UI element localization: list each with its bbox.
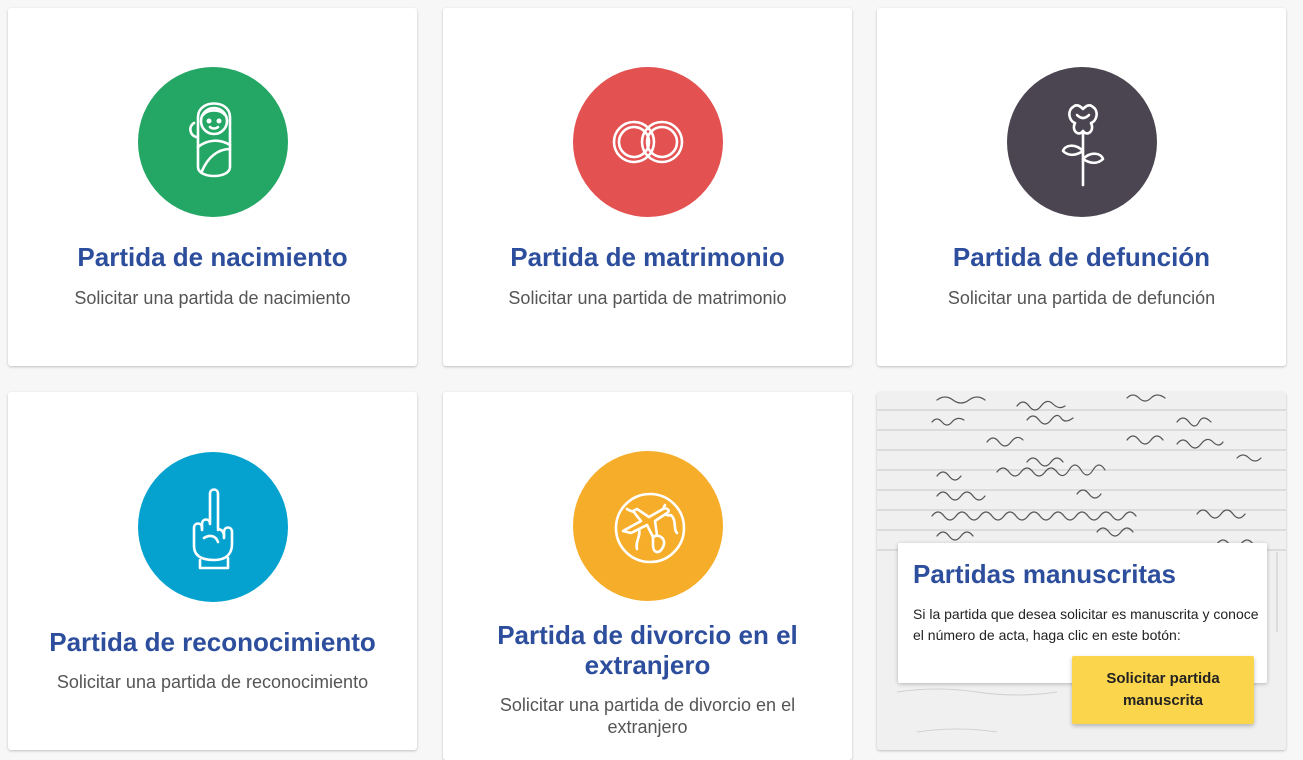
card-title: Partida de matrimonio	[510, 242, 785, 272]
wedding-rings-icon	[612, 120, 684, 164]
card-birth-certificate[interactable]: Partida de nacimiento Solicitar una part…	[8, 8, 417, 366]
swaddled-baby-icon	[189, 102, 232, 178]
card-marriage-certificate[interactable]: Partida de matrimonio Solicitar una part…	[443, 8, 852, 366]
card-title: Partida de reconocimiento	[49, 627, 376, 657]
card-title: Partida de nacimiento	[77, 242, 348, 272]
request-manuscript-button[interactable]: Solicitar partida manuscrita	[1072, 656, 1254, 724]
manuscript-title: Partidas manuscritas	[913, 559, 1177, 589]
birth-icon-circle	[138, 67, 288, 217]
manuscript-text: Si la partida que desea solicitar es man…	[913, 606, 1259, 643]
card-title: Partida de divorcio en el extranjero	[497, 620, 798, 680]
card-recognition-certificate[interactable]: Partida de reconocimiento Solicitar una …	[8, 392, 417, 750]
marriage-icon-circle	[573, 67, 723, 217]
card-title: Partida de defunción	[952, 242, 1211, 272]
recognition-icon-circle	[138, 452, 288, 602]
card-description: Solicitar una partida de reconocimiento	[56, 672, 369, 692]
divorce-icon-circle	[573, 451, 723, 601]
card-handwritten-certificates: Partidas manuscritas Si la partida que d…	[877, 392, 1286, 750]
rose-icon	[1061, 104, 1105, 187]
card-description: Solicitar una partida de divorcio en el …	[499, 695, 796, 737]
card-divorce-abroad-certificate[interactable]: Partida de divorcio en el extranjero Sol…	[443, 392, 852, 760]
pointing-hand-icon	[192, 488, 234, 570]
globe-airplane-icon	[614, 492, 686, 564]
card-death-certificate[interactable]: Partida de defunción Solicitar una parti…	[877, 8, 1286, 366]
card-description: Solicitar una partida de defunción	[947, 288, 1216, 308]
card-description: Solicitar una partida de nacimiento	[74, 288, 351, 308]
death-icon-circle	[1007, 67, 1157, 217]
card-description: Solicitar una partida de matrimonio	[508, 288, 787, 308]
